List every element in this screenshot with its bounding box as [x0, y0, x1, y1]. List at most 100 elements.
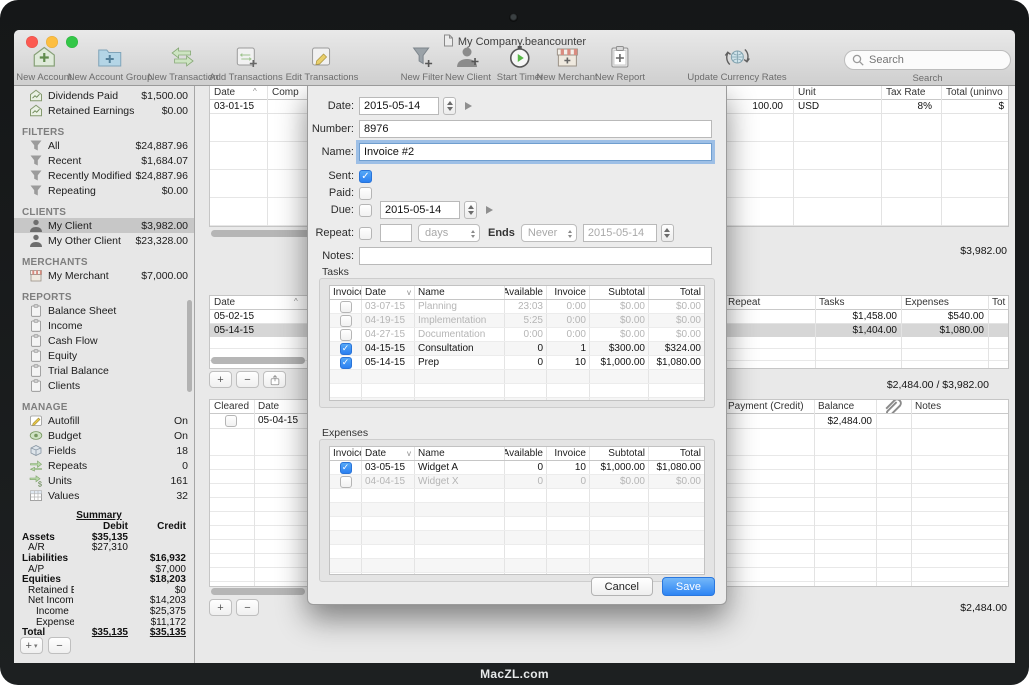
task-row-prep[interactable]: ✓05-14-15Prep010$1,000.00$1,080.00 [330, 356, 704, 370]
share-button[interactable] [263, 371, 286, 388]
invoice-checkbox[interactable] [340, 476, 352, 488]
sidebar-item-dividends-paid[interactable]: Dividends Paid$1,500.00 [14, 88, 194, 103]
toolbar-new-transaction[interactable]: New Transaction [148, 45, 219, 83]
remove-invoice-button[interactable]: − [236, 371, 259, 388]
sidebar-item-value: $1,684.07 [141, 155, 188, 167]
task-row-consultation[interactable]: ✓04-15-15Consultation01$300.00$324.00 [330, 342, 704, 356]
sidebar-item-trial-balance[interactable]: Trial Balance [14, 363, 194, 378]
notes-label: Notes: [308, 250, 354, 262]
sidebar-item-budget[interactable]: BudgetOn [14, 428, 194, 443]
payment-balance-row[interactable]: $2,484.00 [724, 414, 1008, 429]
horizontal-scrollbar[interactable] [211, 230, 315, 237]
ends-label: Ends [488, 227, 515, 239]
name-field[interactable] [359, 143, 712, 161]
toolbar-new-account[interactable]: New Account [16, 45, 71, 83]
invoice-checkbox[interactable]: ✓ [340, 343, 352, 355]
sidebar-item-repeating[interactable]: Repeating$0.00 [14, 183, 194, 198]
sidebar-item-label: My Other Client [48, 235, 132, 247]
horizontal-scrollbar[interactable] [211, 588, 305, 595]
ends-select[interactable]: Never [521, 224, 577, 242]
date-field[interactable] [359, 97, 439, 115]
toolbar-add-transactions[interactable]: Add Transactions [209, 45, 282, 83]
toolbar-new-merchant[interactable]: New Merchant [536, 45, 597, 83]
sidebar-item-all[interactable]: All$24,887.96 [14, 138, 194, 153]
payment-row[interactable]: 05-04-15 [210, 414, 308, 429]
add-payment-button[interactable]: + [209, 599, 232, 616]
invoice-checkbox[interactable] [340, 301, 352, 313]
sidebar-item-units[interactable]: $Units161 [14, 473, 194, 488]
toolbar-new-client[interactable]: New Client [445, 45, 491, 83]
task-row-planning[interactable]: 03-07-15Planning23:030:00$0.00$0.00 [330, 300, 704, 314]
toolbar-edit-transactions[interactable]: Edit Transactions [286, 45, 359, 83]
repeat-arrows-icon [29, 459, 44, 472]
add-invoice-button[interactable]: + [209, 371, 232, 388]
task-row-documentation[interactable]: 04-27-15Documentation0:000:00$0.00$0.00 [330, 328, 704, 342]
sidebar-item-clients[interactable]: Clients [14, 378, 194, 393]
sidebar-item-label: Dividends Paid [48, 90, 138, 102]
sidebar-item-autofill[interactable]: AutofillOn [14, 413, 194, 428]
tasks-table: InvoiceDatevNameAvailableInvoiceSubtotal… [329, 285, 705, 401]
expense-row-widget-x[interactable]: 04-04-15Widget X00$0.00$0.00 [330, 475, 704, 489]
repeat-count-field[interactable] [380, 224, 412, 242]
invoice-checkbox[interactable] [340, 329, 352, 341]
due-date-field[interactable] [380, 201, 460, 219]
sidebar-item-equity[interactable]: Equity [14, 348, 194, 363]
sent-checkbox[interactable]: ✓ [359, 170, 372, 183]
task-row-implementation[interactable]: 04-19-15Implementation5:250:00$0.00$0.00 [330, 314, 704, 328]
sidebar-item-my-client[interactable]: My Client$3,982.00 [14, 218, 194, 233]
add-account-button[interactable]: +▾ [20, 637, 43, 654]
sidebar-item-fields[interactable]: Fields18 [14, 443, 194, 458]
invoice-checkbox[interactable] [340, 315, 352, 327]
sidebar-scrollbar[interactable] [187, 300, 192, 392]
cancel-button[interactable]: Cancel [591, 577, 653, 596]
sidebar-item-repeats[interactable]: Repeats0 [14, 458, 194, 473]
toolbar-update-currency-rates[interactable]: Update Currency Rates [687, 45, 786, 83]
sidebar-item-label: Budget [48, 430, 171, 442]
sidebar-item-retained-earnings[interactable]: Retained Earnings$0.00 [14, 103, 194, 118]
expense-empty-row [330, 545, 704, 559]
date-stepper[interactable] [443, 97, 456, 115]
expense-row-widget-a[interactable]: ✓03-05-15Widget A010$1,000.00$1,080.00 [330, 461, 704, 475]
toolbar-new-account-group[interactable]: New Account Group [68, 45, 153, 83]
invoice-amount-row[interactable]: $1,458.00 $540.00 [724, 310, 1008, 324]
ends-stepper[interactable] [661, 224, 674, 242]
sidebar-item-recently-modified[interactable]: Recently Modified$24,887.96 [14, 168, 194, 183]
sidebar-item-my-other-client[interactable]: My Other Client$23,328.00 [14, 233, 194, 248]
sidebar-item-income[interactable]: Income [14, 318, 194, 333]
date-label: Date: [308, 100, 354, 112]
remove-payment-button[interactable]: − [236, 599, 259, 616]
invoice-amount-row-selected[interactable]: $1,404.00 $1,080.00 [724, 324, 1008, 338]
sidebar-item-cash-flow[interactable]: Cash Flow [14, 333, 194, 348]
invoice-row-selected[interactable]: 05-14-15 [210, 324, 308, 338]
sort-asc-icon[interactable]: ^ [253, 87, 257, 96]
sort-desc-icon[interactable]: v [407, 288, 411, 297]
notes-field[interactable] [359, 247, 712, 265]
sidebar-item-values[interactable]: Values32 [14, 488, 194, 503]
sidebar-item-my-merchant[interactable]: My Merchant$7,000.00 [14, 268, 194, 283]
horizontal-scrollbar[interactable] [211, 357, 305, 364]
number-field[interactable] [359, 120, 712, 138]
cleared-checkbox[interactable] [225, 415, 237, 427]
invoice-checkbox[interactable]: ✓ [340, 357, 352, 369]
due-stepper[interactable] [464, 201, 477, 219]
search-input[interactable] [844, 50, 1011, 70]
repeat-checkbox[interactable] [359, 227, 372, 240]
date-disclosure-icon[interactable] [465, 102, 472, 110]
paid-checkbox[interactable] [359, 187, 372, 200]
sidebar-item-recent[interactable]: Recent$1,684.07 [14, 153, 194, 168]
ends-date-field[interactable] [583, 224, 657, 242]
save-button[interactable]: Save [662, 577, 715, 596]
sort-asc-icon[interactable]: ^ [294, 297, 298, 306]
sidebar-item-label: All [48, 140, 132, 152]
sidebar-item-balance-sheet[interactable]: Balance Sheet [14, 303, 194, 318]
toolbar-new-filter[interactable]: New Filter [401, 45, 444, 83]
invoice-checkbox[interactable]: ✓ [340, 462, 352, 474]
due-disclosure-icon[interactable] [486, 206, 493, 214]
search-field[interactable] [844, 50, 1011, 70]
repeat-unit-select[interactable]: days [418, 224, 480, 242]
due-checkbox[interactable] [359, 204, 372, 217]
toolbar-new-report[interactable]: New Report [595, 45, 645, 83]
remove-account-button[interactable]: − [48, 637, 71, 654]
sort-desc-icon[interactable]: v [407, 449, 411, 458]
invoice-row[interactable]: 05-02-15 [210, 310, 308, 324]
